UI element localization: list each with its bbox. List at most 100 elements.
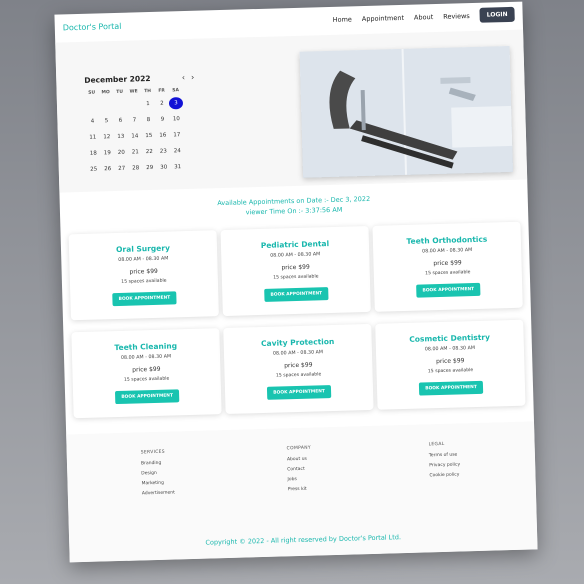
card-spaces: 15 spaces available	[273, 274, 319, 281]
footer-link[interactable]: Advertisement	[142, 490, 175, 496]
calendar-day[interactable]: 25	[87, 163, 101, 175]
availability-heading: Available Appointments on Date :- Dec 3,…	[60, 189, 528, 222]
calendar-day[interactable]: 26	[101, 163, 115, 175]
day-of-week-label: TU	[116, 89, 124, 95]
calendar-empty-cell	[113, 99, 127, 111]
appointment-card: Oral Surgery 08.00 AM - 08.30 AM price $…	[68, 230, 219, 321]
footer-link[interactable]: About us	[287, 457, 311, 463]
card-price: price $99	[436, 357, 465, 366]
calendar-day[interactable]: 27	[115, 163, 129, 175]
nav-link-about[interactable]: About	[414, 13, 433, 22]
calendar-day[interactable]: 20	[114, 147, 128, 159]
calendar-empty-cell	[85, 99, 99, 111]
login-button[interactable]: LOGIN	[479, 6, 515, 23]
calendar-day[interactable]: 9	[155, 113, 169, 125]
card-time: 08.00 AM - 08.30 AM	[424, 346, 476, 353]
chevron-right-icon[interactable]: ›	[191, 73, 194, 82]
chevron-left-icon[interactable]: ‹	[182, 73, 185, 82]
book-appointment-button[interactable]: BOOK APPOINTMENT	[264, 287, 329, 302]
appointment-cards: Oral Surgery 08.00 AM - 08.30 AM price $…	[68, 221, 526, 419]
book-appointment-button[interactable]: BOOK APPOINTMENT	[419, 380, 484, 396]
book-appointment-button[interactable]: BOOK APPOINTMENT	[416, 282, 481, 298]
calendar-day[interactable]: 5	[99, 115, 113, 127]
card-time: 08.00 AM - 08.30 AM	[118, 256, 169, 263]
footer-link[interactable]: Design	[141, 470, 174, 476]
dental-chair-illustration	[299, 45, 514, 178]
brand-logo[interactable]: Doctor's Portal	[63, 22, 122, 33]
calendar-empty-cell	[99, 99, 113, 111]
card-title: Teeth Cleaning	[114, 341, 178, 353]
nav-link-home[interactable]: Home	[333, 15, 352, 24]
card-spaces: 15 spaces available	[275, 372, 322, 379]
calendar-grid: SU MO TU WE TH FR SA 1 2 3 4 5 6 7 8 9 10 11 12 13 14 15 16 17 1…	[85, 88, 197, 176]
footer-link[interactable]: Marketing	[142, 480, 175, 487]
footer-link[interactable]: Press kit	[288, 487, 312, 493]
calendar-day[interactable]: 17	[170, 129, 184, 141]
calendar-nav: ‹ ›	[182, 73, 195, 82]
day-of-week-label: SU	[88, 90, 96, 96]
day-of-week-label: WE	[129, 89, 138, 95]
calendar-day[interactable]: 4	[85, 115, 99, 127]
footer-company: COMPANY About us Contact Jobs Press kit	[287, 446, 313, 498]
calendar-day[interactable]: 22	[142, 146, 156, 158]
calendar-day[interactable]: 15	[142, 130, 156, 142]
footer-link[interactable]: Terms of use	[429, 452, 460, 459]
footer-link[interactable]: Branding	[141, 460, 174, 467]
nav-link-appointment[interactable]: Appointment	[362, 13, 404, 22]
card-spaces: 15 spaces available	[123, 376, 170, 383]
calendar-empty-cell	[127, 98, 141, 110]
nav-links: Home Appointment About Reviews LOGIN	[332, 6, 515, 27]
calendar-day[interactable]: 3	[168, 97, 184, 110]
footer-link[interactable]: Contact	[287, 467, 311, 472]
card-price: price $99	[129, 267, 158, 276]
card-spaces: 15 spaces available	[425, 270, 471, 277]
calendar-month-title: December 2022	[84, 73, 151, 85]
calendar-day[interactable]: 23	[156, 145, 170, 157]
appointment-card: Cavity Protection 08.00 AM - 08.30 AM pr…	[223, 323, 374, 415]
footer-link[interactable]: Cookie policy	[429, 472, 460, 479]
card-time: 08.00 AM - 08.30 AM	[272, 350, 324, 357]
book-appointment-button[interactable]: BOOK APPOINTMENT	[267, 385, 332, 400]
calendar-day[interactable]: 6	[113, 115, 127, 127]
calendar-day[interactable]: 30	[157, 161, 171, 173]
footer-link[interactable]: Privacy policy	[429, 462, 460, 468]
calendar-day[interactable]: 18	[86, 147, 100, 159]
calendar-day[interactable]: 12	[100, 131, 114, 143]
calendar-day[interactable]: 28	[129, 162, 143, 174]
calendar-day[interactable]: 10	[169, 113, 183, 125]
calendar-day[interactable]: 31	[171, 161, 185, 173]
calendar-day[interactable]: 29	[143, 162, 157, 174]
calendar-day[interactable]: 24	[170, 145, 184, 157]
footer-heading: SERVICES	[140, 449, 166, 456]
footer-link[interactable]: Jobs	[287, 477, 311, 482]
card-title: Pediatric Dental	[260, 239, 330, 250]
calendar-day[interactable]: 16	[156, 129, 170, 141]
copyright-text: Copyright © 2022 - All right reserved by…	[205, 533, 402, 547]
footer-heading: COMPANY	[286, 445, 312, 452]
nav-link-reviews[interactable]: Reviews	[443, 12, 470, 21]
card-price: price $99	[281, 263, 310, 272]
appointment-card: Cosmetic Dentistry 08.00 AM - 08.30 AM p…	[375, 319, 526, 410]
card-spaces: 15 spaces available	[427, 368, 474, 375]
calendar-day[interactable]: 11	[86, 131, 100, 143]
card-time: 08.00 AM - 08.30 AM	[120, 354, 172, 361]
footer-legal: LEGAL Terms of use Privacy policy Cookie…	[429, 441, 461, 483]
day-of-week-label: TH	[144, 88, 152, 95]
calendar: December 2022 ‹ › SU MO TU WE TH FR SA 1 2 3 4 5 6 7 8…	[84, 73, 197, 176]
day-of-week-label: SA	[172, 88, 180, 94]
book-appointment-button[interactable]: BOOK APPOINTMENT	[115, 389, 180, 405]
calendar-day[interactable]: 8	[141, 114, 155, 126]
calendar-day[interactable]: 7	[127, 114, 141, 126]
calendar-day[interactable]: 2	[155, 97, 169, 109]
book-appointment-button[interactable]: BOOK APPOINTMENT	[112, 291, 177, 307]
calendar-day[interactable]: 1	[141, 98, 155, 110]
appointment-card: Teeth Orthodontics 08.00 AM - 08.30 AM p…	[372, 221, 523, 312]
calendar-day[interactable]: 14	[128, 130, 142, 142]
appointment-card: Pediatric Dental 08.00 AM - 08.30 AM pri…	[220, 225, 371, 317]
footer: SERVICES Branding Design Marketing Adver…	[66, 421, 538, 563]
day-of-week-label: MO	[101, 90, 110, 96]
calendar-day[interactable]: 21	[128, 146, 142, 158]
card-price: price $99	[284, 361, 313, 370]
calendar-day[interactable]: 19	[100, 147, 114, 159]
calendar-day[interactable]: 13	[114, 131, 128, 143]
